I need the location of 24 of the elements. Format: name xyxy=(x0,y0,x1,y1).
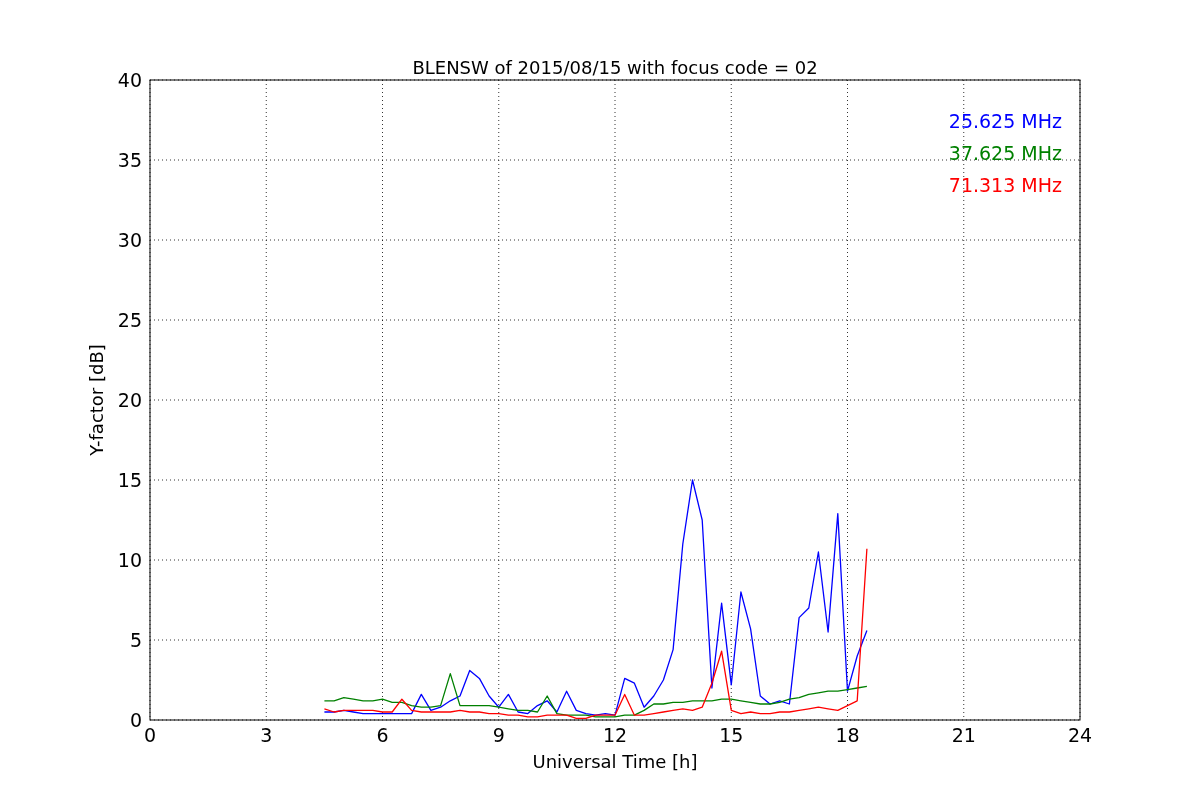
y-tick-label: 20 xyxy=(117,389,142,411)
x-tick-label: 6 xyxy=(376,724,389,746)
y-tick-label: 35 xyxy=(117,149,142,171)
y-tick-label: 15 xyxy=(117,469,142,491)
x-tick-label: 18 xyxy=(835,724,860,746)
y-tick-label: 30 xyxy=(117,229,142,251)
chart-title: BLENSW of 2015/08/15 with focus code = 02 xyxy=(412,57,818,78)
y-tick-label: 5 xyxy=(129,629,142,651)
x-tick-label: 15 xyxy=(719,724,744,746)
legend-label: 25.625 MHz xyxy=(948,110,1062,132)
y-axis-label: Y-factor [dB] xyxy=(86,344,107,456)
y-tick-label: 40 xyxy=(117,69,142,91)
x-tick-label: 12 xyxy=(602,724,628,746)
legend-label: 71.313 MHz xyxy=(948,174,1062,196)
x-axis-label: Universal Time [h] xyxy=(532,751,698,772)
x-tick-label: 21 xyxy=(951,724,976,746)
x-tick-label: 3 xyxy=(260,724,273,746)
y-tick-label: 10 xyxy=(117,549,142,571)
x-tick-label: 24 xyxy=(1067,724,1093,746)
legend-label: 37.625 MHz xyxy=(948,142,1062,164)
y-tick-label: 25 xyxy=(117,309,142,331)
x-tick-label: 0 xyxy=(143,724,157,746)
x-tick-label: 9 xyxy=(492,724,505,746)
y-tick-label: 0 xyxy=(129,709,142,731)
